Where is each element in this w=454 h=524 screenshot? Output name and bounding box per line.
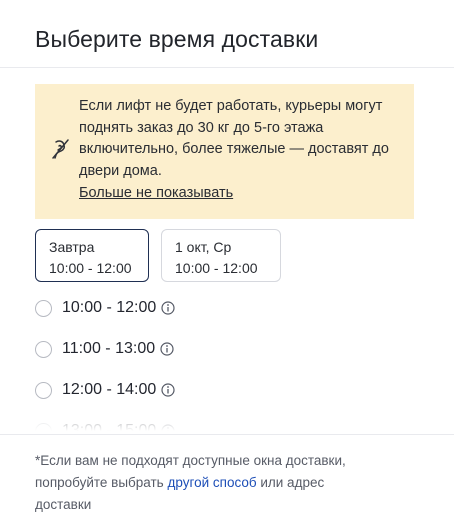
divider [0, 434, 454, 435]
time-slot-option[interactable]: 12:00 - 14:00 [35, 373, 175, 407]
slot-radio[interactable] [35, 340, 52, 358]
time-slot-option[interactable]: 10:00 - 12:00 [35, 291, 175, 325]
notice-text: Если лифт не будет работать, курьеры мог… [79, 98, 389, 179]
dismiss-notice-link[interactable]: Больше не показывать [79, 185, 233, 201]
info-icon[interactable] [161, 301, 175, 315]
slot-radio[interactable] [35, 299, 52, 317]
slot-time: 10:00 - 12:00 [62, 299, 157, 316]
slot-time: 11:00 - 13:00 [62, 340, 156, 357]
info-icon[interactable] [160, 342, 174, 356]
page-title: Выберите время доставки [35, 26, 319, 52]
time-slot-option[interactable]: 11:00 - 13:00 [35, 332, 174, 366]
other-method-link[interactable]: другой способ [167, 475, 256, 490]
no-elevator-icon [52, 139, 69, 159]
tab-day-label: 1 окт, Ср [175, 239, 232, 255]
slot-time: 12:00 - 14:00 [62, 381, 157, 398]
time-slot-option[interactable]: 13:00 - 15:00 [35, 414, 175, 436]
header: Выберите время доставки [0, 0, 454, 68]
slot-radio[interactable] [35, 381, 52, 399]
tab-tomorrow[interactable]: Завтра 10:00 - 12:00 [35, 229, 149, 282]
tab-time-label: 10:00 - 12:00 [49, 260, 132, 276]
time-slot-list: 10:00 - 12:00 11:00 - 13:00 12:00 - 14:0… [35, 290, 415, 436]
footer-note: *Если вам не подходят доступные окна дос… [35, 450, 380, 516]
tab-time-label: 10:00 - 12:00 [175, 260, 258, 276]
tab-day-label: Завтра [49, 239, 95, 255]
info-icon[interactable] [161, 383, 175, 397]
tab-oct-1[interactable]: 1 окт, Ср 10:00 - 12:00 [161, 229, 281, 282]
elevator-notice: Если лифт не будет работать, курьеры мог… [35, 84, 414, 219]
